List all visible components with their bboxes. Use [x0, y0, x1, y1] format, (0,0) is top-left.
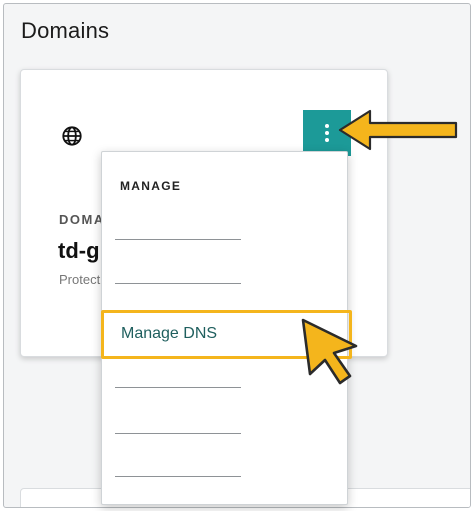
menu-item-redacted[interactable]: [115, 476, 241, 477]
menu-heading: MANAGE: [120, 179, 182, 193]
menu-item-redacted[interactable]: [115, 239, 241, 240]
page-title: Domains: [21, 18, 110, 43]
menu-item-redacted[interactable]: [115, 387, 241, 388]
right-to-left-arrow-icon: [338, 109, 458, 151]
menu-item-redacted[interactable]: [115, 283, 241, 284]
menu-item-redacted[interactable]: [115, 433, 241, 434]
vertical-ellipsis-icon: [325, 124, 329, 128]
domain-status: Protect: [59, 272, 101, 287]
globe-icon: [62, 126, 82, 146]
cursor-pointer-icon: [301, 318, 358, 385]
domain-name[interactable]: td-g: [58, 238, 100, 264]
